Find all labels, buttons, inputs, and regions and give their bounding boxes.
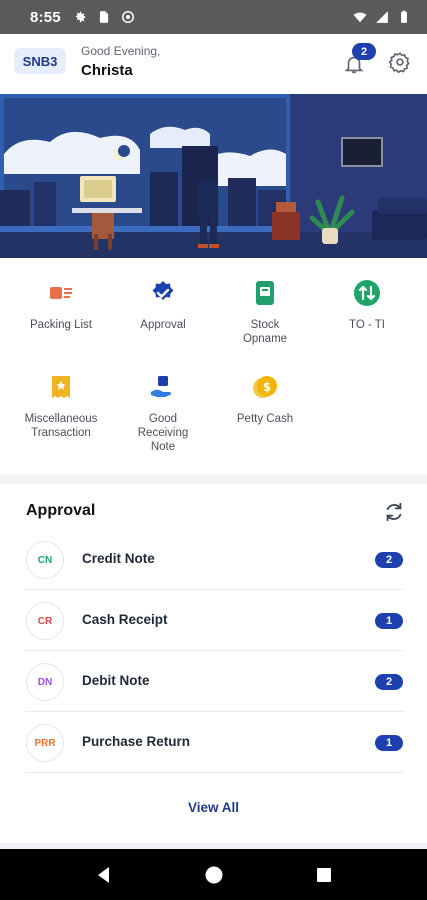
cellular-icon bbox=[376, 11, 388, 23]
row-label: Purchase Return bbox=[82, 734, 191, 749]
greeting-text: Good Evening, bbox=[81, 44, 161, 58]
row-count-badge: 2 bbox=[375, 674, 403, 690]
menu-item-approval[interactable]: Approval bbox=[110, 278, 216, 332]
refresh-icon[interactable] bbox=[383, 501, 405, 523]
status-time: 8:55 bbox=[30, 8, 61, 26]
approval-row-purchase-return[interactable]: PRR Purchase Return 1 bbox=[26, 712, 403, 773]
menu-label: Miscellaneous Transaction bbox=[24, 413, 98, 439]
approval-row-cash-receipt[interactable]: CR Cash Receipt 1 bbox=[26, 590, 403, 651]
status-left-icons bbox=[73, 10, 135, 24]
status-right-icons bbox=[353, 10, 411, 24]
section-divider bbox=[0, 474, 427, 484]
menu-item-packing-list[interactable]: Packing List bbox=[8, 278, 114, 332]
menu-item-petty-cash[interactable]: $ Petty Cash bbox=[212, 372, 318, 426]
misc-receipt-icon bbox=[46, 372, 76, 402]
approval-check-icon bbox=[148, 278, 178, 308]
row-code-badge: PRR bbox=[26, 724, 64, 762]
packing-list-icon bbox=[46, 278, 76, 308]
settings-cog-icon bbox=[121, 11, 134, 23]
row-count-badge: 1 bbox=[375, 735, 403, 751]
battery-icon bbox=[401, 10, 407, 23]
coin-icon: $ bbox=[250, 372, 280, 402]
menu-item-stock-opname[interactable]: Stock Opname bbox=[212, 278, 318, 346]
row-code-badge: CR bbox=[26, 602, 64, 640]
approval-section-title: Approval bbox=[26, 502, 96, 519]
row-code-badge: CN bbox=[26, 541, 64, 579]
menu-item-to-ti[interactable]: TO - TI bbox=[314, 278, 420, 332]
row-count-badge: 1 bbox=[375, 613, 403, 629]
menu-label: Good Receiving Note bbox=[137, 413, 189, 453]
row-label: Debit Note bbox=[82, 673, 150, 688]
app-header: SNB3 Good Evening, Christa 2 bbox=[0, 34, 427, 94]
menu-label: Approval bbox=[140, 319, 186, 331]
view-all-link[interactable]: View All bbox=[0, 800, 427, 815]
user-name: Christa bbox=[81, 62, 133, 79]
gear-icon bbox=[75, 11, 86, 23]
row-label: Cash Receipt bbox=[82, 612, 168, 627]
notification-badge: 2 bbox=[352, 43, 376, 60]
menu-label: TO - TI bbox=[349, 319, 385, 331]
svg-text:$: $ bbox=[263, 380, 271, 394]
menu-label: Stock Opname bbox=[242, 319, 288, 345]
back-icon[interactable] bbox=[94, 865, 114, 885]
row-count-badge: 2 bbox=[375, 552, 403, 568]
receiving-hand-icon bbox=[148, 372, 178, 402]
stock-opname-icon bbox=[250, 278, 280, 308]
recents-icon[interactable] bbox=[314, 865, 334, 885]
status-bar: 8:55 bbox=[0, 0, 427, 34]
welcome-banner-illustration bbox=[0, 94, 427, 258]
transfer-icon bbox=[352, 278, 382, 308]
row-label: Credit Note bbox=[82, 551, 155, 566]
night-office-illustration bbox=[0, 94, 427, 258]
store-code-badge[interactable]: SNB3 bbox=[14, 48, 66, 74]
wifi-icon bbox=[353, 12, 367, 23]
menu-label: Petty Cash bbox=[236, 413, 294, 425]
row-code-badge: DN bbox=[26, 663, 64, 701]
system-navigation-bar bbox=[0, 849, 427, 900]
menu-label: Packing List bbox=[29, 319, 92, 331]
approval-row-debit-note[interactable]: DN Debit Note 2 bbox=[26, 651, 403, 712]
approval-row-credit-note[interactable]: CN Credit Note 2 bbox=[26, 529, 403, 590]
quick-menu-grid: Packing List Approval Stock Opname TO - … bbox=[0, 264, 427, 469]
menu-item-good-receiving-note[interactable]: Good Receiving Note bbox=[110, 372, 216, 454]
settings-gear-icon[interactable] bbox=[389, 51, 411, 73]
home-icon[interactable] bbox=[204, 865, 224, 885]
menu-item-miscellaneous-transaction[interactable]: Miscellaneous Transaction bbox=[8, 372, 114, 440]
sim-card-icon bbox=[99, 11, 108, 23]
